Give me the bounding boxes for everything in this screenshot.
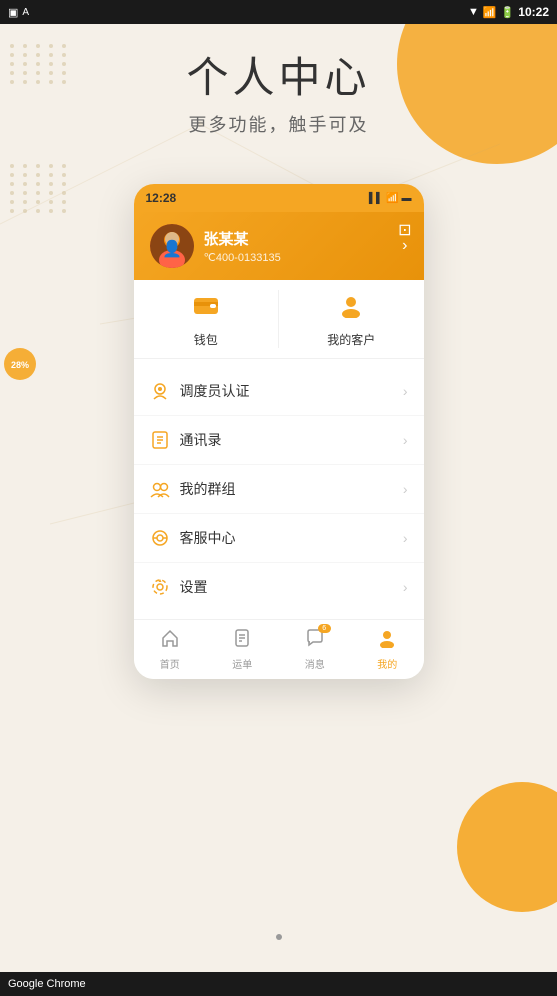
menu-item-settings[interactable]: 设置 › [134, 563, 424, 611]
groups-icon [150, 479, 170, 499]
home-icon [160, 628, 180, 653]
profile-info: 张某某 ℃400-0133135 [204, 228, 281, 264]
app-icon: ▣ [8, 6, 18, 19]
menu-item-support[interactable]: 客服中心 › [134, 514, 424, 563]
wifi-icon: ▼ [468, 6, 479, 18]
page-subtitle: 更多功能，触手可及 [0, 111, 557, 137]
page-indicator [276, 934, 282, 940]
nav-label-orders: 运单 [232, 656, 252, 671]
nav-label-mine: 我的 [377, 656, 397, 671]
nav-item-mine[interactable]: 我的 [351, 620, 424, 679]
menu-item-groups[interactable]: 我的群组 › [134, 465, 424, 514]
phone-mockup: 12:28 ▌▌ 📶 ▬ 👤 [134, 184, 424, 679]
menu-item-left-0: 调度员认证 [150, 381, 250, 401]
wallet-label: 钱包 [194, 331, 218, 348]
phone-status-icons: ▌▌ 📶 ▬ [369, 193, 412, 204]
progress-circle: 28% [0, 344, 40, 384]
menu-item-text-3: 客服中心 [180, 528, 236, 548]
nav-item-messages[interactable]: 6 消息 [279, 620, 352, 679]
battery-icon: 🔋 [501, 6, 515, 19]
profile-left: 👤 张某某 ℃400-0133135 [150, 224, 281, 268]
profile-phone: ℃400-0133135 [204, 251, 281, 264]
menu-arrow-1: › [403, 432, 408, 448]
bg-dots-mid [10, 164, 70, 213]
menu-arrow-2: › [403, 481, 408, 497]
message-badge: 6 [318, 624, 331, 633]
profile-top-icon: ⊡ [398, 220, 411, 240]
quick-action-customers[interactable]: 我的客户 [279, 280, 424, 358]
wallet-icon [192, 294, 220, 325]
menu-item-text-1: 通讯录 [180, 430, 222, 450]
nav-item-home[interactable]: 首页 [134, 620, 207, 679]
support-icon [150, 528, 170, 548]
menu-item-left-4: 设置 [150, 577, 208, 597]
menu-item-text-4: 设置 [180, 577, 208, 597]
signal-icon: 📶 [483, 6, 497, 19]
app-container: 个人中心 更多功能，触手可及 28% 12:28 ▌▌ 📶 ▬ [0, 24, 557, 972]
page-header: 个人中心 更多功能，触手可及 [0, 44, 557, 137]
menu-list: 调度员认证 › 通讯录 › [134, 367, 424, 611]
status-time: 10:22 [518, 5, 549, 19]
customers-label: 我的客户 [327, 331, 375, 348]
quick-actions: 钱包 我的客户 [134, 280, 424, 359]
menu-item-text-0: 调度员认证 [180, 381, 250, 401]
certification-icon [150, 381, 170, 401]
menu-arrow-0: › [403, 383, 408, 399]
contacts-icon [150, 430, 170, 450]
nav-label-home: 首页 [160, 656, 180, 671]
phone-battery-icon: ▬ [402, 193, 412, 204]
menu-item-left-1: 通讯录 [150, 430, 222, 450]
phone-wifi-icon: 📶 [386, 193, 398, 204]
settings-icon [150, 577, 170, 597]
customers-icon [337, 294, 365, 325]
status-bar-right: ▼ 📶 🔋 10:22 [468, 5, 549, 19]
status-bar: ▣ A ▼ 📶 🔋 10:22 [0, 0, 557, 24]
bottom-bar: Google Chrome [0, 972, 557, 996]
menu-item-text-2: 我的群组 [180, 479, 236, 499]
quick-action-wallet[interactable]: 钱包 [134, 280, 279, 358]
mine-icon [377, 628, 397, 653]
phone-status-bar: 12:28 ▌▌ 📶 ▬ [134, 184, 424, 212]
profile-name: 张某某 [204, 228, 281, 249]
bottom-bar-label: Google Chrome [8, 978, 86, 990]
menu-arrow-3: › [403, 530, 408, 546]
menu-item-contacts[interactable]: 通讯录 › [134, 416, 424, 465]
orders-icon [232, 628, 252, 653]
nav-label-messages: 消息 [305, 656, 325, 671]
menu-item-left-3: 客服中心 [150, 528, 236, 548]
menu-item-certification[interactable]: 调度员认证 › [134, 367, 424, 416]
phone-time: 12:28 [146, 191, 177, 205]
progress-value: 28% [11, 360, 29, 370]
page-title: 个人中心 [0, 44, 557, 105]
status-bar-left: ▣ A [8, 6, 29, 19]
messages-icon: 6 [305, 628, 325, 653]
app-label: A [22, 7, 29, 18]
profile-header[interactable]: 👤 张某某 ℃400-0133135 › ⊡ [134, 212, 424, 280]
phone-signal-icon: ▌▌ [369, 193, 383, 204]
nav-item-orders[interactable]: 运单 [206, 620, 279, 679]
profile-avatar: 👤 [150, 224, 194, 268]
bottom-nav: 首页 运单 6 [134, 619, 424, 679]
menu-arrow-4: › [403, 579, 408, 595]
menu-item-left-2: 我的群组 [150, 479, 236, 499]
svg-text:👤: 👤 [162, 239, 182, 258]
